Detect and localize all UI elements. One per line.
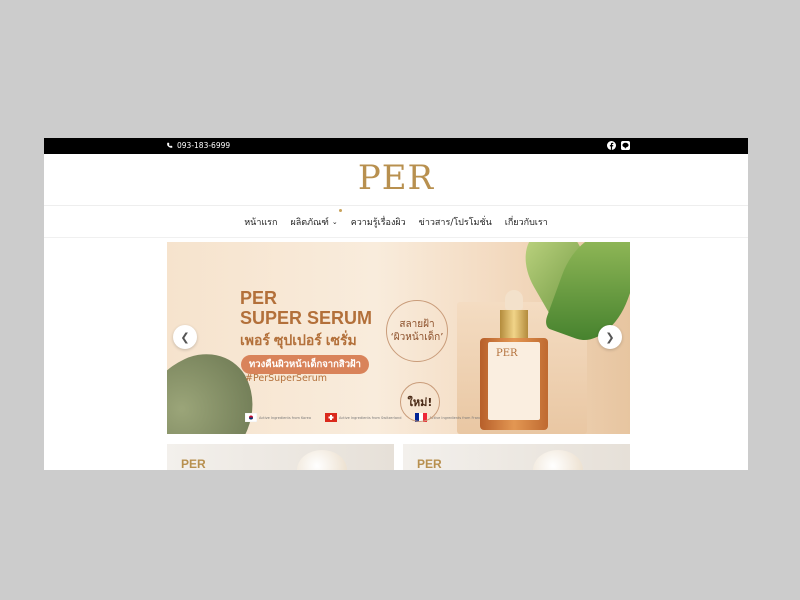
hero-hashtag: #PerSuperSerum <box>245 373 327 384</box>
product-card[interactable]: PER <box>167 444 394 470</box>
logo-row: PER <box>44 154 748 206</box>
nav-item-news-promotions[interactable]: ข่าวสาร/โปรโมชั่น <box>419 215 492 229</box>
nav-label: ความรู้เรื่องผิว <box>350 217 406 228</box>
main-navigation: หน้าแรก ผลิตภัณฑ์ ⌄ ความรู้เรื่องผิว ข่าว… <box>44 206 748 238</box>
hero-headline: PER SUPER SERUM <box>240 288 372 328</box>
chevron-left-icon: ❮ <box>180 330 190 344</box>
social-links <box>607 141 630 150</box>
claim-line-1: สลายฝ้า <box>399 319 435 330</box>
phone-contact[interactable]: 093-183-6999 <box>166 141 230 150</box>
brand-logo[interactable]: PER <box>358 158 434 198</box>
flag-caption: Active Ingredients from Switzerland <box>338 415 402 420</box>
product-image <box>297 450 347 470</box>
hero-line-1: PER <box>240 288 278 308</box>
hero-banner[interactable]: PER SUPER SERUM เพอร์ ซุปเปอร์ เซรั่ม ทว… <box>167 242 630 434</box>
bottle-dropper <box>505 290 523 310</box>
line-icon[interactable] <box>621 141 630 150</box>
product-card[interactable]: PER <box>403 444 630 470</box>
serum-bottle-image: PER <box>478 290 550 430</box>
chevron-right-icon: ❯ <box>605 330 615 344</box>
flag-switzerland: Active Ingredients from Switzerland <box>324 413 402 422</box>
carousel-next-button[interactable]: ❯ <box>598 325 622 349</box>
nav-item-home[interactable]: หน้าแรก <box>244 215 277 229</box>
korea-flag-icon <box>245 413 257 422</box>
card-logo: PER <box>417 457 442 470</box>
website-frame: 093-183-6999 PER หน้าแรก ผลิตภัณฑ์ ⌄ ความ… <box>44 138 748 470</box>
bottle-logo: PER <box>496 348 518 359</box>
nav-label: เกี่ยวกับเรา <box>504 217 548 228</box>
claim-badge: สลายฝ้า ‘ผิวหน้าเด็ก’ <box>386 300 448 362</box>
bottle-cap <box>500 310 528 338</box>
nav-label: ผลิตภัณฑ์ <box>290 217 329 228</box>
new-badge: ใหม่! <box>400 382 440 422</box>
nav-label: ข่าวสาร/โปรโมชั่น <box>418 217 492 228</box>
facebook-icon[interactable] <box>607 141 616 150</box>
flag-caption: Active Ingredients from Korea <box>259 415 311 420</box>
top-bar: 093-183-6999 <box>44 138 748 154</box>
chevron-down-icon: ⌄ <box>331 217 338 226</box>
origin-flags: Active Ingredients from Korea Active Ing… <box>245 413 483 422</box>
switzerland-flag-icon <box>324 413 337 422</box>
flag-caption: Active Ingredients from France <box>429 415 484 420</box>
phone-icon <box>167 142 173 148</box>
flag-korea: Active Ingredients from Korea <box>245 413 311 422</box>
carousel-prev-button[interactable]: ❮ <box>173 325 197 349</box>
phone-number: 093-183-6999 <box>177 141 231 150</box>
hero-tagline-pill: ทวงคืนผิวหน้าเด็กจากสิวฝ้า <box>241 355 369 374</box>
product-image <box>533 450 583 470</box>
hero-thai-title: เพอร์ ซุปเปอร์ เซรั่ม <box>240 332 357 348</box>
nav-item-skin-knowledge[interactable]: ความรู้เรื่องผิว <box>351 215 406 229</box>
nav-label: หน้าแรก <box>244 217 278 228</box>
card-logo: PER <box>181 457 206 470</box>
nav-item-about[interactable]: เกี่ยวกับเรา <box>505 215 548 229</box>
claim-line-2: ‘ผิวหน้าเด็ก’ <box>390 332 444 343</box>
hero-line-2: SUPER SERUM <box>240 308 373 328</box>
nav-item-products[interactable]: ผลิตภัณฑ์ ⌄ <box>290 208 343 229</box>
